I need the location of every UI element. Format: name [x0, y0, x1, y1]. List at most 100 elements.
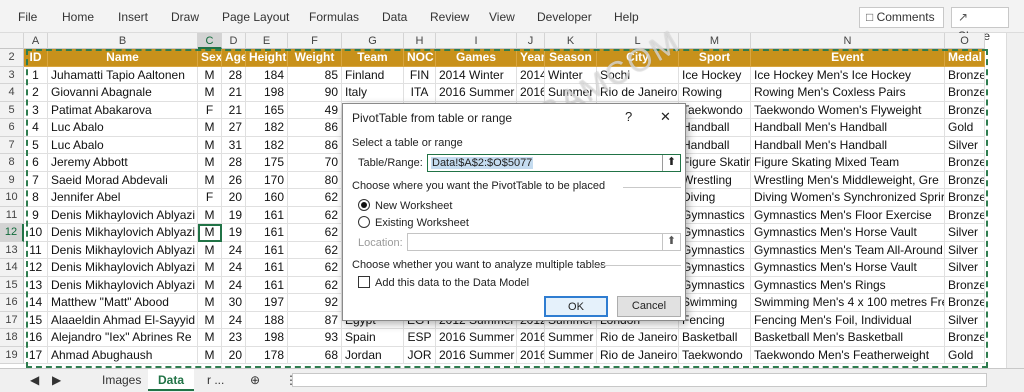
cell[interactable]: Denis Mikhaylovich Ablyazi — [48, 241, 198, 259]
cell[interactable]: 184 — [246, 66, 288, 84]
cell[interactable]: Gymnastics Men's Floor Exercise — [751, 206, 945, 224]
share-button[interactable]: ↗ Share — [951, 7, 1009, 43]
column-header[interactable]: O — [945, 33, 985, 49]
cell[interactable]: 8 — [24, 189, 48, 207]
cell[interactable]: Silver — [945, 224, 985, 242]
location-collapse-icon[interactable]: ⬆ — [662, 234, 680, 250]
cell[interactable]: Handball Men's Handball — [751, 119, 945, 137]
cell[interactable]: 161 — [246, 259, 288, 277]
cell[interactable]: 62 — [288, 224, 342, 242]
cell[interactable]: Rio de Janeiro — [597, 84, 679, 102]
cell[interactable]: 26 — [222, 171, 246, 189]
cell[interactable]: Gold — [945, 119, 985, 137]
cell[interactable]: 87 — [288, 311, 342, 329]
cell[interactable]: Bronze — [945, 154, 985, 172]
cell[interactable]: Handball — [679, 119, 751, 137]
cell[interactable]: 5 — [24, 136, 48, 154]
tab-more[interactable]: r ... — [197, 369, 234, 391]
row-header[interactable]: 3 — [0, 66, 24, 84]
menu-data[interactable]: Data — [382, 10, 407, 24]
cell[interactable]: Denis Mikhaylovich Ablyazi — [48, 276, 198, 294]
row-header[interactable]: 10 — [0, 189, 24, 207]
cell[interactable]: Gymnastics Men's Horse Vault — [751, 259, 945, 277]
cell[interactable]: 161 — [246, 224, 288, 242]
cell[interactable]: Silver — [945, 311, 985, 329]
cell[interactable]: 31 — [222, 136, 246, 154]
cell[interactable]: M — [198, 259, 222, 277]
row-header[interactable]: 19 — [0, 346, 24, 364]
cell[interactable]: M — [198, 206, 222, 224]
row-header[interactable]: 8 — [0, 154, 24, 172]
cell[interactable]: 28 — [222, 154, 246, 172]
menu-page-layout[interactable]: Page Layout — [222, 10, 289, 24]
cell[interactable]: 9 — [24, 206, 48, 224]
cell[interactable]: Swimming Men's 4 x 100 metres Fre — [751, 294, 945, 312]
cell[interactable]: Diving Women's Synchronized Sprir — [751, 189, 945, 207]
cell[interactable]: 197 — [246, 294, 288, 312]
cell[interactable]: Wrestling — [679, 171, 751, 189]
row-header[interactable]: 15 — [0, 276, 24, 294]
cell[interactable]: Giovanni Abagnale — [48, 84, 198, 102]
cell[interactable]: Ahmad Abughaush — [48, 346, 198, 364]
cell[interactable]: 7 — [24, 171, 48, 189]
cell[interactable]: Luc Abalo — [48, 119, 198, 137]
cell[interactable]: 62 — [288, 189, 342, 207]
cell[interactable]: NOC — [404, 49, 436, 67]
cell[interactable]: 23 — [222, 329, 246, 347]
cell[interactable]: 3 — [24, 101, 48, 119]
cell[interactable]: 6 — [24, 154, 48, 172]
next-sheet-icon[interactable]: ▶ — [42, 369, 71, 391]
cell[interactable]: Finland — [342, 66, 404, 84]
existing-worksheet-radio[interactable] — [358, 216, 370, 228]
vertical-scrollbar[interactable] — [1006, 33, 1024, 368]
cell[interactable]: Taekwondo — [679, 346, 751, 364]
cell[interactable]: Height — [246, 49, 288, 67]
cell[interactable]: 2014 Winter — [436, 66, 517, 84]
cell[interactable]: M — [198, 136, 222, 154]
cell[interactable]: 2 — [24, 84, 48, 102]
cell[interactable]: Bronze — [945, 66, 985, 84]
cell[interactable]: Saeid Morad Abdevali — [48, 171, 198, 189]
cell[interactable]: FIN — [404, 66, 436, 84]
cell[interactable]: Fencing Men's Foil, Individual — [751, 311, 945, 329]
cell[interactable]: Gymnastics Men's Team All-Around — [751, 241, 945, 259]
cell[interactable]: 86 — [288, 119, 342, 137]
cell[interactable]: Gymnastics Men's Horse Vault — [751, 224, 945, 242]
column-header[interactable]: D — [222, 33, 246, 49]
cell[interactable]: Bronze — [945, 101, 985, 119]
cell[interactable]: Ice Hockey Men's Ice Hockey — [751, 66, 945, 84]
column-header[interactable]: E — [246, 33, 288, 49]
cell[interactable]: Rowing Men's Coxless Pairs — [751, 84, 945, 102]
cell[interactable]: 182 — [246, 119, 288, 137]
tab-data[interactable]: Data — [148, 369, 195, 391]
cell[interactable]: M — [198, 224, 222, 242]
cell[interactable]: Taekwondo Women's Flyweight — [751, 101, 945, 119]
cell[interactable]: 80 — [288, 171, 342, 189]
cell[interactable]: Rio de Janeiro — [597, 346, 679, 364]
row-header[interactable]: 5 — [0, 101, 24, 119]
range-collapse-icon[interactable]: ⬆ — [662, 155, 680, 171]
cell[interactable]: 93 — [288, 329, 342, 347]
cell[interactable]: Season — [545, 49, 597, 67]
cell[interactable]: Name — [48, 49, 198, 67]
cell[interactable]: Summer — [545, 329, 597, 347]
cell[interactable]: Taekwondo Men's Featherweight — [751, 346, 945, 364]
cell[interactable]: Jennifer Abel — [48, 189, 198, 207]
cell[interactable]: 2016 Summer — [436, 329, 517, 347]
cell[interactable]: 198 — [246, 84, 288, 102]
cell[interactable]: Bronze — [945, 276, 985, 294]
cell[interactable]: Bronze — [945, 329, 985, 347]
horizontal-scrollbar[interactable] — [292, 373, 987, 387]
cell[interactable]: Handball — [679, 136, 751, 154]
menu-home[interactable]: Home — [62, 10, 94, 24]
cell[interactable]: ID — [24, 49, 48, 67]
cell[interactable]: F — [198, 189, 222, 207]
cell[interactable]: 170 — [246, 171, 288, 189]
column-header[interactable]: I — [436, 33, 517, 49]
cell[interactable]: 15 — [24, 311, 48, 329]
column-header[interactable]: B — [48, 33, 198, 49]
row-header[interactable]: 2 — [0, 49, 24, 67]
column-header[interactable]: L — [597, 33, 679, 49]
cell[interactable]: Summer — [545, 84, 597, 102]
cell[interactable]: 2016 — [517, 346, 545, 364]
